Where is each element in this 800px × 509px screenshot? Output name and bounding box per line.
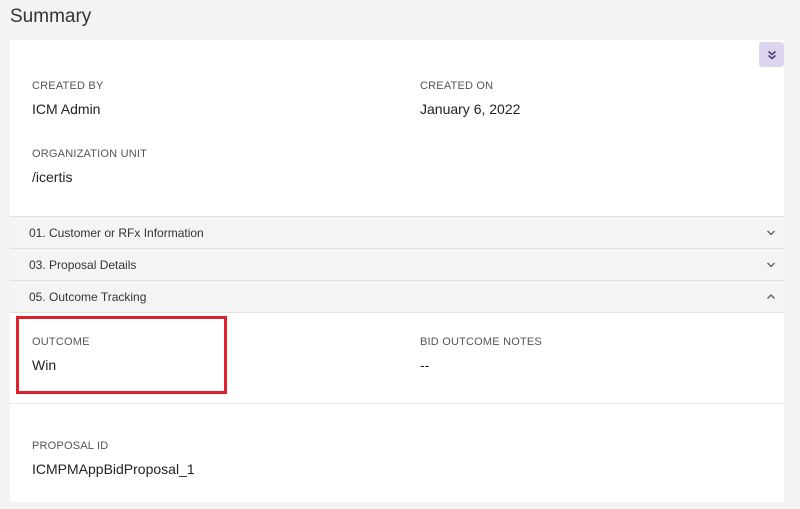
section-customer-rfx-information[interactable]: 01. Customer or RFx Information	[10, 216, 784, 248]
proposal-id-label: PROPOSAL ID	[32, 440, 109, 452]
created-by-field: CREATED BY ICM Admin	[32, 80, 103, 117]
chevron-down-icon	[766, 225, 776, 243]
organization-unit-field: ORGANIZATION UNIT /icertis	[32, 148, 147, 185]
created-by-label: CREATED BY	[32, 80, 104, 92]
created-on-label: CREATED ON	[420, 80, 494, 92]
created-on-field: CREATED ON January 6, 2022	[420, 80, 520, 117]
section-outcome-tracking[interactable]: 05. Outcome Tracking	[10, 280, 784, 313]
page-title: Summary	[10, 6, 92, 27]
divider	[10, 403, 784, 404]
double-chevron-down-icon	[767, 50, 777, 60]
chevron-down-icon	[766, 257, 776, 275]
chevron-up-icon	[766, 289, 776, 307]
collapse-all-button[interactable]	[759, 42, 784, 67]
section-label: 05. Outcome Tracking	[29, 289, 147, 304]
bid-outcome-notes-value: --	[420, 357, 430, 373]
section-label: 01. Customer or RFx Information	[29, 225, 204, 240]
summary-card: CREATED BY ICM Admin CREATED ON January …	[10, 40, 784, 502]
bid-outcome-notes-label: BID OUTCOME NOTES	[420, 336, 542, 348]
organization-unit-label: ORGANIZATION UNIT	[32, 148, 148, 160]
section-proposal-details[interactable]: 03. Proposal Details	[10, 248, 784, 280]
outcome-highlight-annotation	[16, 316, 227, 394]
section-label: 03. Proposal Details	[29, 257, 137, 272]
created-on-value: January 6, 2022	[420, 101, 521, 117]
bid-outcome-notes-field: BID OUTCOME NOTES --	[420, 336, 542, 373]
created-by-value: ICM Admin	[32, 101, 101, 117]
proposal-id-value: ICMPMAppBidProposal_1	[32, 461, 195, 477]
proposal-id-field: PROPOSAL ID ICMPMAppBidProposal_1	[32, 440, 195, 477]
organization-unit-value: /icertis	[32, 169, 73, 185]
